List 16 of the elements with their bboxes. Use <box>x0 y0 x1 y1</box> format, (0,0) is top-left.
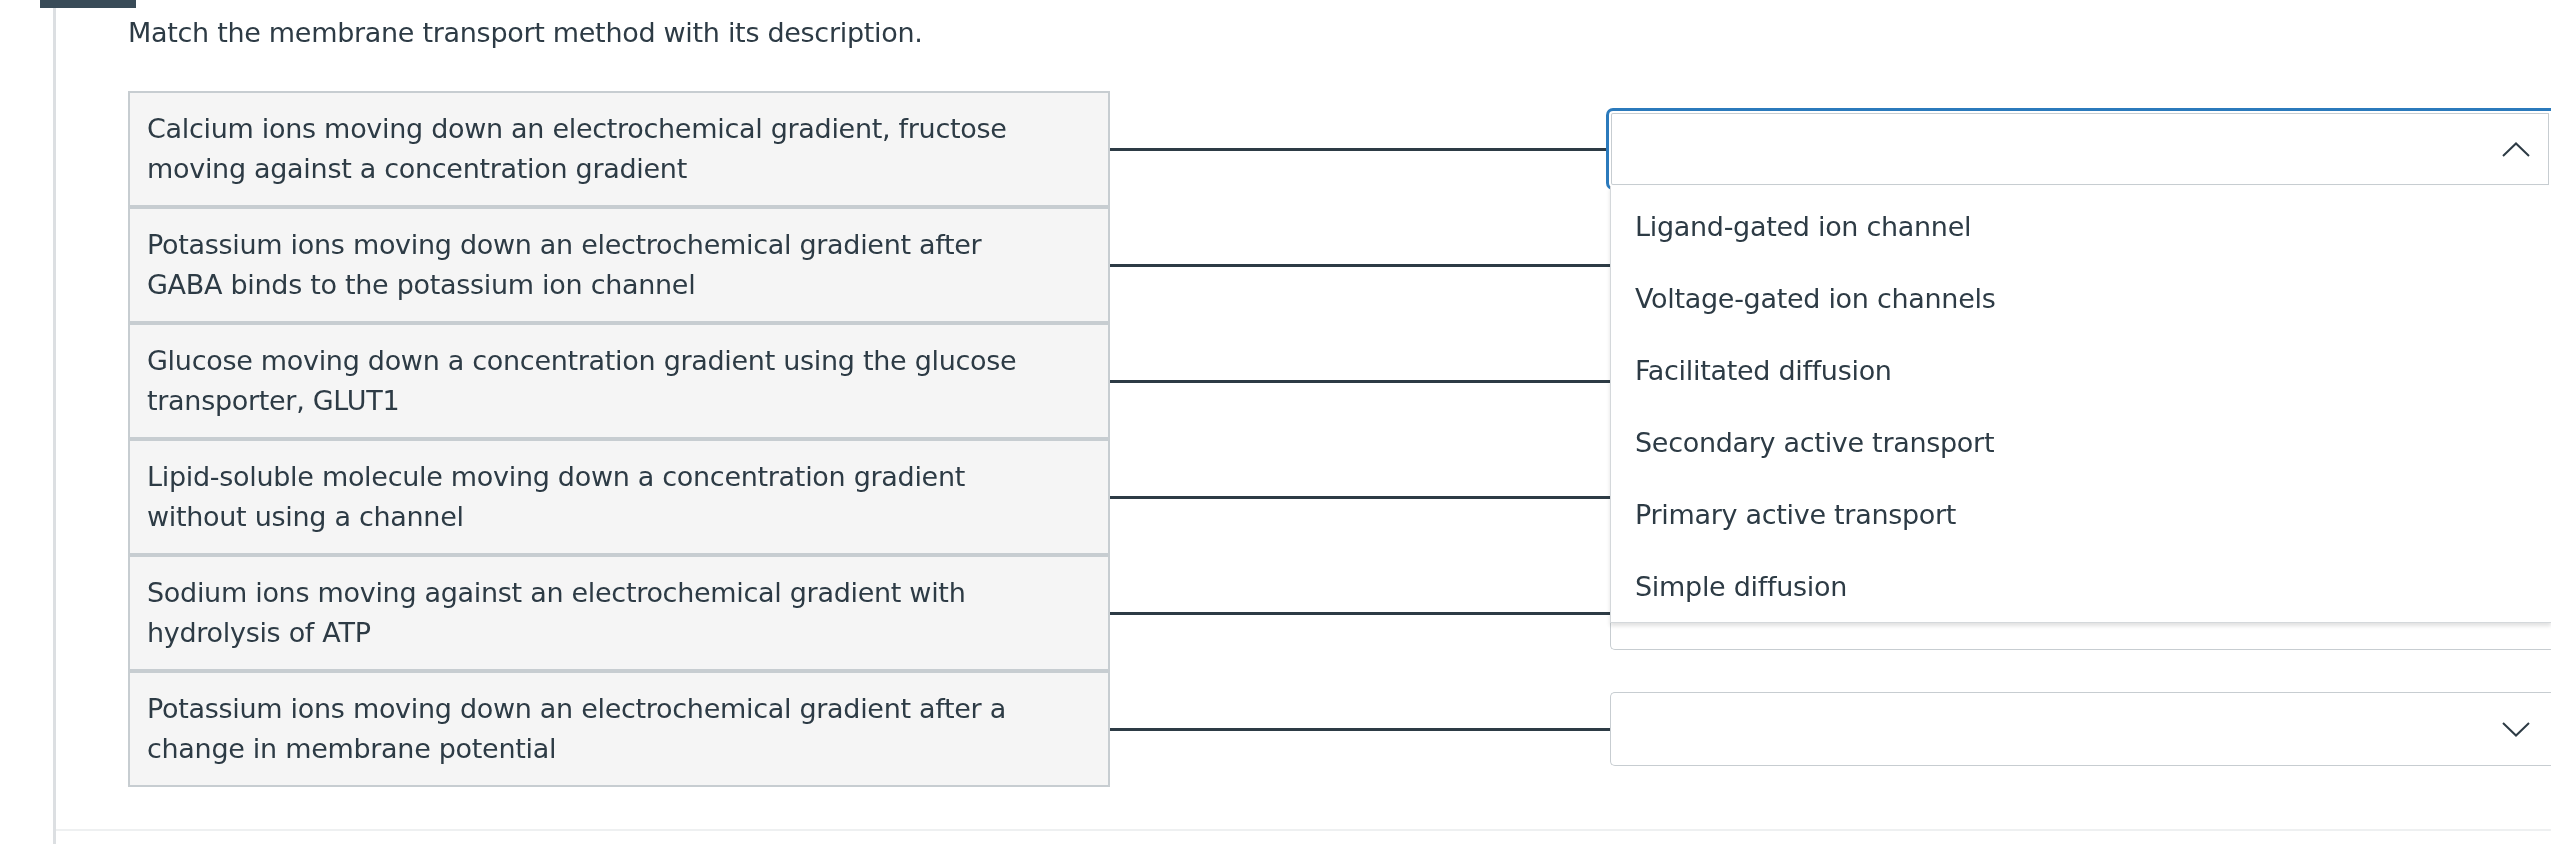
question-text: Match the membrane transport method with its description. <box>128 16 924 50</box>
dropdown-option[interactable]: Facilitated diffusion <box>1611 334 2551 406</box>
chevron-up-icon <box>2502 141 2530 157</box>
description-card: Potassium ions moving down an electrochemical gradient after GABA binds to the potassium ion channel <box>128 207 1110 323</box>
chevron-down-icon <box>2502 721 2530 737</box>
dropdown-option[interactable]: Secondary active transport <box>1611 406 2551 478</box>
description-card: Calcium ions moving down an electrochemical gradient, fructose moving against a concentration gradient <box>128 91 1110 207</box>
dropdown-option[interactable]: Primary active transport <box>1611 478 2551 550</box>
description-card: Potassium ions moving down an electrochemical gradient after a change in membrane potential <box>128 671 1110 787</box>
description-card: Glucose moving down a concentration gradient using the glucose transporter, GLUT1 <box>128 323 1110 439</box>
dropdown-option[interactable]: Ligand-gated ion channel <box>1611 190 2551 262</box>
description-card: Sodium ions moving against an electrochemical gradient with hydrolysis of ATP <box>128 555 1110 671</box>
answer-dropdown[interactable] <box>1606 108 2551 190</box>
dropdown-option[interactable]: Simple diffusion <box>1611 550 2551 622</box>
description-card: Lipid-soluble molecule moving down a concentration gradient without using a channel <box>128 439 1110 555</box>
dropdown-option[interactable]: Voltage-gated ion channels <box>1611 262 2551 334</box>
